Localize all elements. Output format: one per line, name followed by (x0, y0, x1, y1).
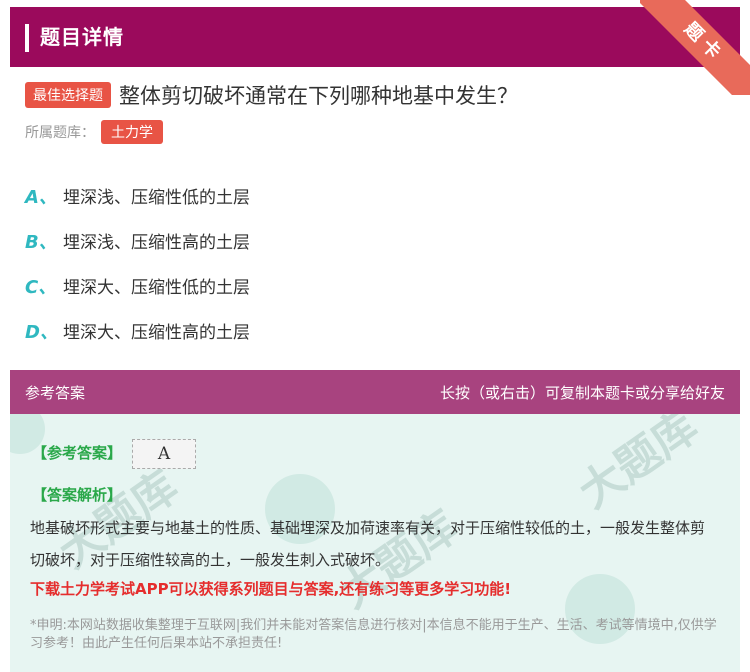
question-row: 最佳选择题 整体剪切破坏通常在下列哪种地基中发生？ (25, 80, 518, 110)
option-d[interactable]: D、 埋深大、压缩性高的土层 (25, 308, 625, 353)
analysis-label: 【答案解析】 (32, 486, 123, 504)
answer-panel: 大题库 大题库 大题库 【参考答案】 A 【答案解析】 地基破坏形式主要与地基土… (10, 414, 740, 672)
app-download-link[interactable]: 下载土力学考试APP可以获得系列题目与答案,还有练习等更多学习功能! (30, 578, 511, 599)
header-accent-bar (25, 24, 29, 52)
question-type-badge: 最佳选择题 (25, 82, 111, 108)
question-text: 整体剪切破坏通常在下列哪种地基中发生？ (119, 84, 518, 108)
option-a[interactable]: A、 埋深浅、压缩性低的土层 (25, 173, 625, 218)
option-letter: B、 (25, 231, 57, 253)
share-hint: 长按（或右击）可复制本题卡或分享给好友 (439, 384, 725, 402)
analysis-text: 地基破坏形式主要与地基土的性质、基础埋深及加荷速率有关，对于压缩性较低的土，一般… (30, 519, 706, 569)
page-header: 题目详情 (10, 7, 740, 67)
option-list: A、 埋深浅、压缩性低的土层 B、 埋深浅、压缩性高的土层 C、 埋深大、压缩性… (25, 173, 625, 353)
option-text: 埋深大、压缩性高的土层 (63, 323, 250, 343)
answer-band-title: 参考答案 (25, 384, 86, 402)
option-text: 埋深浅、压缩性高的土层 (63, 233, 250, 253)
ribbon-label: 题卡 (640, 0, 750, 95)
watermark-icon: 大题库 (569, 414, 708, 519)
bank-label: 所属题库： (25, 125, 95, 141)
page-title: 题目详情 (40, 25, 124, 49)
option-text: 埋深浅、压缩性低的土层 (63, 188, 250, 208)
bank-tag-link[interactable]: 土力学 (101, 120, 163, 144)
option-c[interactable]: C、 埋深大、压缩性低的土层 (25, 263, 625, 308)
reference-answer-value: A (132, 439, 196, 469)
option-text: 埋深大、压缩性低的土层 (63, 278, 250, 298)
question-bank-row: 所属题库： 土力学 (25, 120, 163, 144)
option-letter: D、 (25, 321, 58, 343)
answer-band: 参考答案 长按（或右击）可复制本题卡或分享给好友 (10, 370, 740, 414)
option-letter: A、 (25, 186, 57, 208)
corner-ribbon: 题卡 (640, 0, 750, 95)
reference-answer-label: 【参考答案】 (32, 444, 123, 462)
option-letter: C、 (25, 276, 57, 298)
option-b[interactable]: B、 埋深浅、压缩性高的土层 (25, 218, 625, 263)
disclaimer-text: *申明:本网站数据收集整理于互联网|我们并未能对答案信息进行核对|本信息不能用于… (30, 618, 717, 651)
